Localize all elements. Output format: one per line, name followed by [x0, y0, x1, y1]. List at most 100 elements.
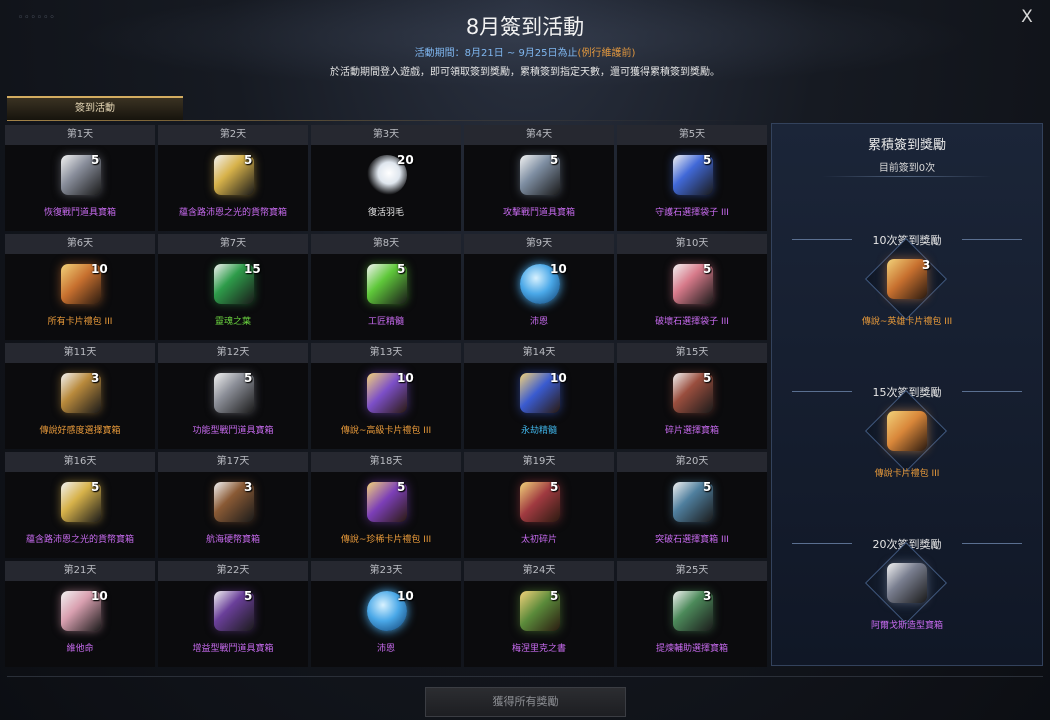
day-reward-cell[interactable]: 第6天 10 所有卡片禮包 III	[5, 234, 155, 340]
divider	[822, 176, 992, 177]
day-label: 第19天	[464, 452, 614, 472]
claim-all-button[interactable]: 獲得所有獎勵	[425, 687, 626, 717]
day-label: 第9天	[464, 234, 614, 254]
item-name: 傳說好感度選擇寶箱	[39, 426, 121, 436]
item-name: 守護石選擇袋子 III	[655, 208, 729, 218]
day-label: 第25天	[617, 561, 767, 581]
item-quantity: 20	[397, 153, 414, 167]
item-name: 增益型戰鬥道具寶箱	[192, 644, 274, 654]
day-reward-cell[interactable]: 第2天 5 蘊含路沛恩之光的貨幣寶箱	[158, 125, 308, 231]
day-label: 第17天	[158, 452, 308, 472]
item-name: 阿爾戈斯造型寶箱	[870, 621, 943, 631]
item-quantity: 5	[550, 480, 559, 494]
day-reward-cell[interactable]: 第23天 10 沛恩	[311, 561, 461, 667]
day-label: 第11天	[5, 343, 155, 363]
day-reward-cell[interactable]: 第20天 5 突破石選擇寶箱 III	[617, 452, 767, 558]
item-quantity: 3	[922, 258, 931, 272]
day-label: 第13天	[311, 343, 461, 363]
day-label: 第12天	[158, 343, 308, 363]
day-label: 第20天	[617, 452, 767, 472]
day-label: 第5天	[617, 125, 767, 145]
cumulative-reward-item[interactable]: 15次簽到獎勵傳說卡片禮包 III	[772, 384, 1042, 494]
item-name: 傳說~珍稀卡片禮包 III	[340, 535, 432, 545]
cumulative-reward-title: 累積簽到獎勵	[867, 138, 946, 153]
day-reward-cell[interactable]: 第8天 5 工匠精髓	[311, 234, 461, 340]
day-label: 第24天	[464, 561, 614, 581]
event-period-text: 活動期間：8月21日 ~ 9月25日為止	[414, 48, 578, 59]
day-reward-cell[interactable]: 第15天 5 碎片選擇寶箱	[617, 343, 767, 449]
item-name: 恢復戰鬥道具寶箱	[43, 208, 116, 218]
item-name: 太初碎片	[520, 535, 557, 545]
item-quantity: 5	[244, 153, 253, 167]
item-quantity: 10	[550, 262, 567, 276]
day-reward-cell[interactable]: 第3天 20 復活羽毛	[311, 125, 461, 231]
item-quantity: 10	[550, 371, 567, 385]
day-reward-cell[interactable]: 第21天 10 維他命	[5, 561, 155, 667]
item-name: 傳說卡片禮包 III	[874, 469, 940, 479]
item-name: 所有卡片禮包 III	[47, 317, 113, 327]
day-label: 第22天	[158, 561, 308, 581]
item-name: 提煉輔助選擇寶箱	[655, 644, 728, 654]
day-reward-cell[interactable]: 第7天 15 靈魂之葉	[158, 234, 308, 340]
item-quantity: 3	[244, 480, 253, 494]
divider	[7, 676, 1043, 677]
item-quantity: 5	[703, 262, 712, 276]
day-label: 第7天	[158, 234, 308, 254]
item-quantity: 10	[397, 371, 414, 385]
day-label: 第1天	[5, 125, 155, 145]
daily-reward-grid: 第1天 5 恢復戰鬥道具寶箱 第2天 5 蘊含路沛恩之光的貨幣寶箱 第3天 20 復活羽毛 第4天…	[5, 125, 767, 667]
day-reward-cell[interactable]: 第25天 3 提煉輔助選擇寶箱	[617, 561, 767, 667]
tab-check-in-event[interactable]: 簽到活動	[7, 96, 183, 121]
chest-icon	[887, 563, 927, 603]
day-label: 第21天	[5, 561, 155, 581]
item-name: 沛恩	[529, 317, 548, 327]
item-quantity: 5	[550, 589, 559, 603]
day-reward-cell[interactable]: 第17天 3 航海硬幣寶箱	[158, 452, 308, 558]
day-label: 第14天	[464, 343, 614, 363]
day-reward-cell[interactable]: 第24天 5 梅涅里克之書	[464, 561, 614, 667]
item-quantity: 5	[703, 153, 712, 167]
day-reward-cell[interactable]: 第18天 5 傳說~珍稀卡片禮包 III	[311, 452, 461, 558]
day-reward-cell[interactable]: 第4天 5 攻擊戰鬥道具寶箱	[464, 125, 614, 231]
day-label: 第4天	[464, 125, 614, 145]
day-reward-cell[interactable]: 第19天 5 太初碎片	[464, 452, 614, 558]
event-period-note: (例行維護前)	[577, 48, 636, 59]
day-reward-cell[interactable]: 第5天 5 守護石選擇袋子 III	[617, 125, 767, 231]
day-label: 第18天	[311, 452, 461, 472]
day-label: 第6天	[5, 234, 155, 254]
day-reward-cell[interactable]: 第22天 5 增益型戰鬥道具寶箱	[158, 561, 308, 667]
cumulative-reward-item[interactable]: 10次簽到獎勵3傳說~英雄卡片禮包 III	[772, 232, 1042, 342]
item-name: 沛恩	[376, 644, 395, 654]
item-quantity: 10	[397, 589, 414, 603]
item-name: 攻擊戰鬥道具寶箱	[502, 208, 575, 218]
item-name: 航海硬幣寶箱	[205, 535, 260, 545]
item-quantity: 3	[91, 371, 100, 385]
day-reward-cell[interactable]: 第1天 5 恢復戰鬥道具寶箱	[5, 125, 155, 231]
cumulative-reward-panel: 累積簽到獎勵 目前簽到0次 10次簽到獎勵3傳說~英雄卡片禮包 III 15次簽到…	[771, 123, 1043, 666]
item-quantity: 5	[397, 262, 406, 276]
item-quantity: 5	[703, 480, 712, 494]
item-quantity: 3	[703, 589, 712, 603]
check-in-count: 目前簽到0次	[878, 163, 936, 174]
day-reward-cell[interactable]: 第13天 10 傳說~高級卡片禮包 III	[311, 343, 461, 449]
item-quantity: 5	[397, 480, 406, 494]
day-label: 第16天	[5, 452, 155, 472]
item-quantity: 10	[91, 589, 108, 603]
cumulative-reward-item[interactable]: 20次簽到獎勵阿爾戈斯造型寶箱	[772, 536, 1042, 646]
item-name: 突破石選擇寶箱 III	[655, 535, 729, 545]
day-reward-cell[interactable]: 第16天 5 蘊含路沛恩之光的貨幣寶箱	[5, 452, 155, 558]
day-reward-cell[interactable]: 第11天 3 傳說好感度選擇寶箱	[5, 343, 155, 449]
day-label: 第3天	[311, 125, 461, 145]
item-quantity: 5	[703, 371, 712, 385]
item-quantity: 15	[244, 262, 261, 276]
day-label: 第10天	[617, 234, 767, 254]
day-reward-cell[interactable]: 第12天 5 功能型戰鬥道具寶箱	[158, 343, 308, 449]
tab-underline	[7, 120, 767, 121]
item-quantity: 5	[91, 153, 100, 167]
item-name: 永劫精髓	[520, 426, 557, 436]
day-reward-cell[interactable]: 第14天 10 永劫精髓	[464, 343, 614, 449]
item-quantity: 5	[91, 480, 100, 494]
day-reward-cell[interactable]: 第10天 5 破壞石選擇袋子 III	[617, 234, 767, 340]
day-reward-cell[interactable]: 第9天 10 沛恩	[464, 234, 614, 340]
day-label: 第15天	[617, 343, 767, 363]
